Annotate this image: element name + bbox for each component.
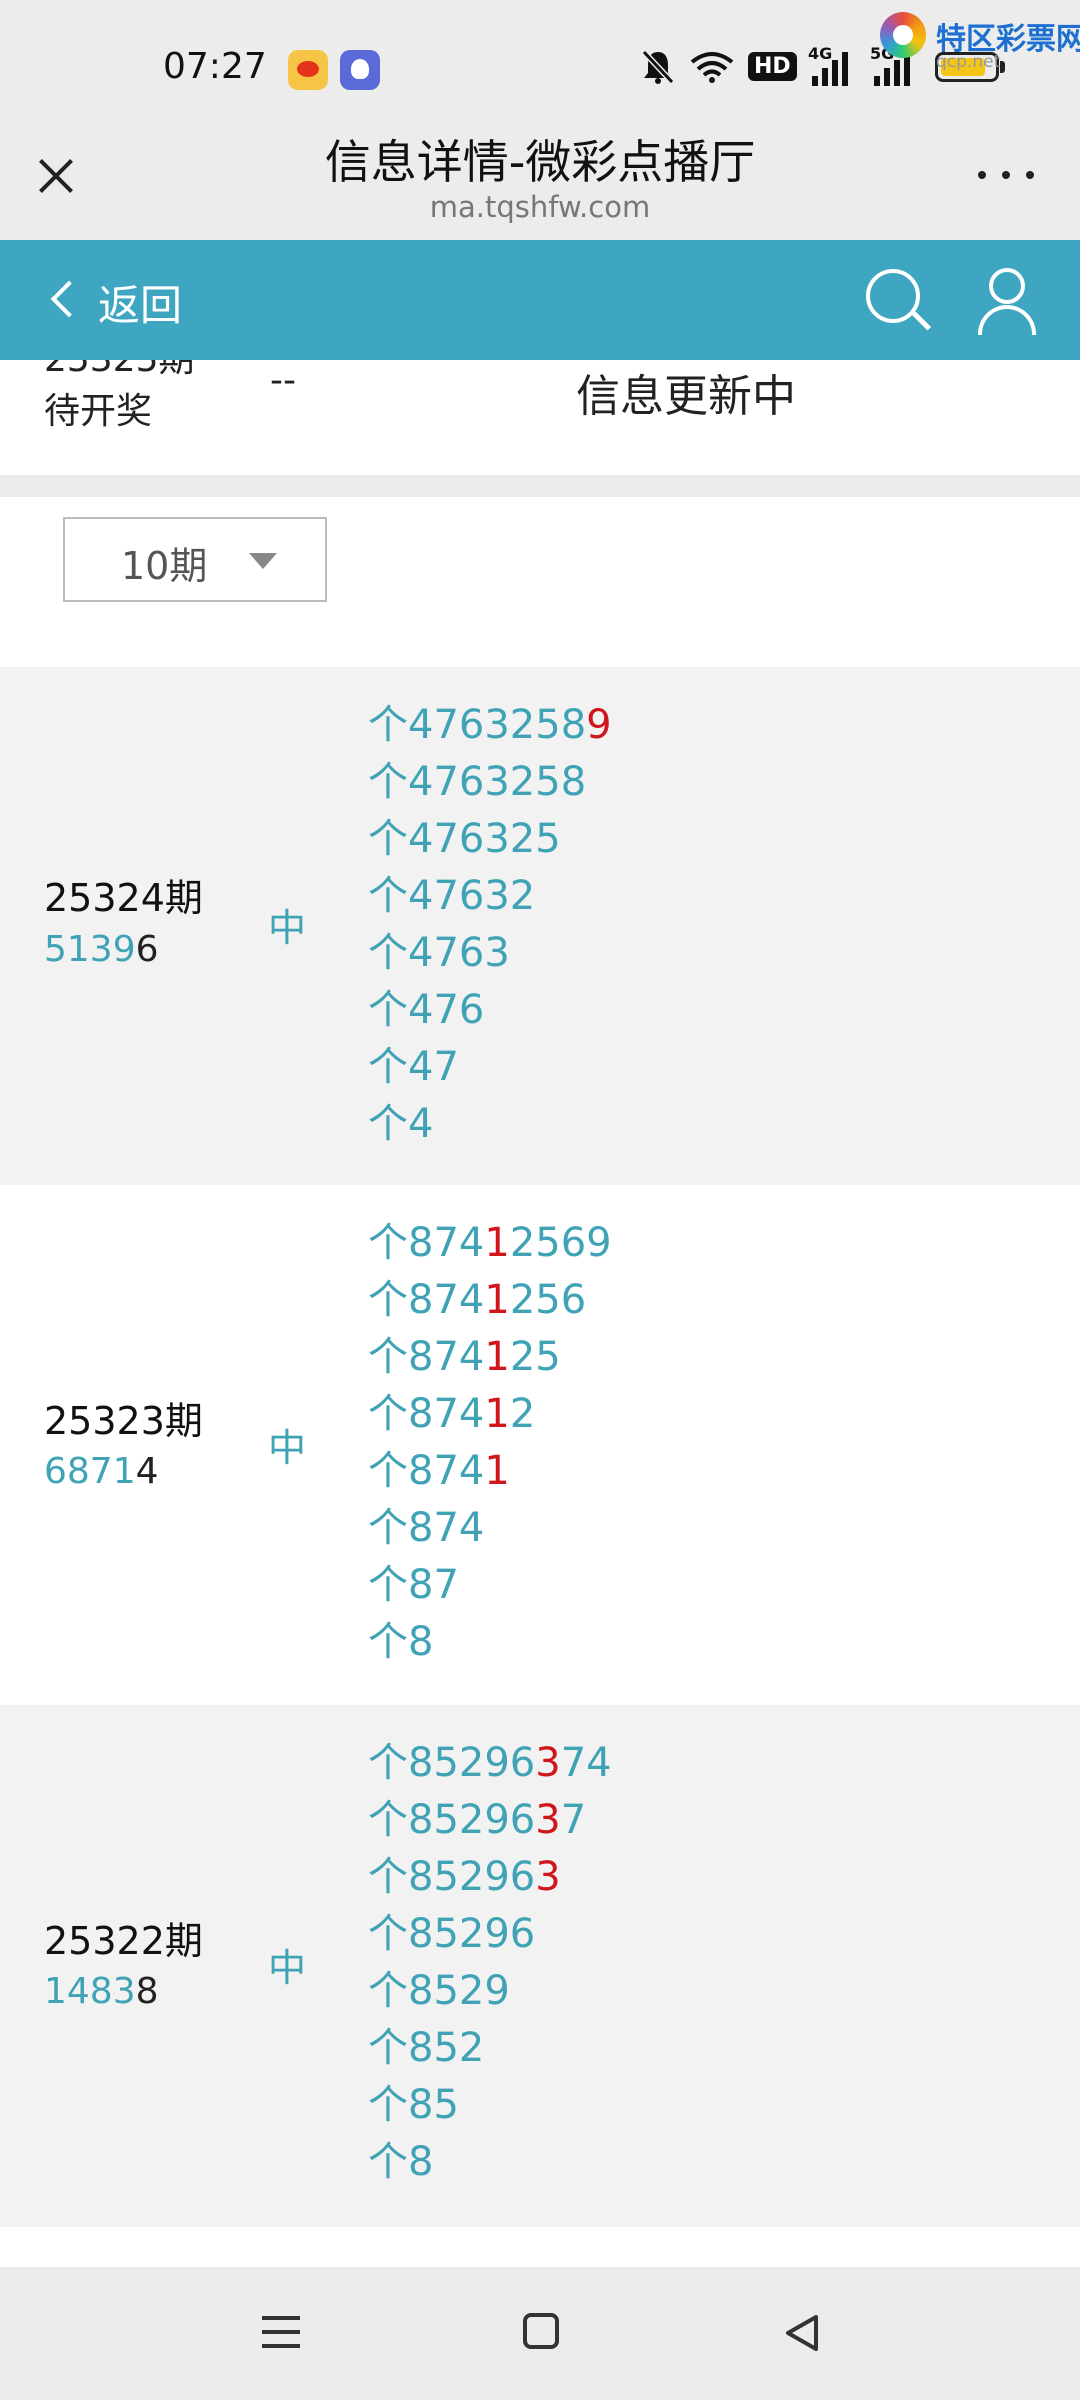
pending-row: 25325期 待开奖 -- 信息更新中 xyxy=(0,360,1080,475)
winning-number-last: 6 xyxy=(135,929,159,970)
prediction-line: 个8741 xyxy=(368,1448,510,1494)
winning-number: 68714 xyxy=(44,1451,159,1492)
winning-number-last: 4 xyxy=(135,1451,159,1492)
home-icon[interactable] xyxy=(523,2313,559,2349)
prediction-line: 个4763 xyxy=(368,930,510,976)
winning-number: 14838 xyxy=(44,1971,159,2012)
content-end-spacer xyxy=(0,2227,1080,2267)
page-url: ma.tqshfw.com xyxy=(429,190,651,224)
back-label: 返回 xyxy=(98,281,183,330)
winning-number-match: 1483 xyxy=(44,1971,136,2012)
user-icon[interactable] xyxy=(970,265,1040,335)
prediction-line: 个85296 xyxy=(368,1911,536,1957)
weibo-app-icon xyxy=(288,50,328,90)
prediction-line: 个8 xyxy=(368,1619,434,1665)
search-icon[interactable] xyxy=(862,265,932,335)
issue-label: 25322期 xyxy=(44,1919,203,1963)
prediction-line: 个47 xyxy=(368,1044,459,1090)
draw-row: 25324期 51396 中 个47632589 个4763258 个47632… xyxy=(0,667,1080,1185)
section-divider xyxy=(0,475,1080,497)
prediction-line: 个476325 xyxy=(368,816,561,862)
prediction-list: 个85296374 个8529637 个852963 个85296 个8529 … xyxy=(368,1735,612,2191)
wifi-icon xyxy=(690,52,734,83)
draw-row: 25323期 68714 中 个87412569 个8741256 个87412… xyxy=(0,1185,1080,1705)
prediction-line: 个874 xyxy=(368,1505,485,1551)
prediction-line: 个8 xyxy=(368,2139,434,2185)
caret-down-icon xyxy=(249,553,277,569)
draw-row: 25322期 14838 中 个85296374 个8529637 个85296… xyxy=(0,1705,1080,2227)
status-time: 07:27 xyxy=(163,46,267,87)
prediction-list: 个47632589 个4763258 个476325 个47632 个4763 … xyxy=(368,697,612,1153)
signal-4g-label: 4G xyxy=(808,44,833,63)
signal-4g-icon: 4G xyxy=(808,44,858,86)
winning-number-last: 8 xyxy=(135,1971,159,2012)
hd-icon: HD xyxy=(748,52,797,81)
menu-icon[interactable] xyxy=(262,2314,304,2350)
prediction-line: 个47632 xyxy=(368,873,536,919)
back-triangle-icon[interactable] xyxy=(782,2313,822,2353)
issue-label: 25324期 xyxy=(44,876,203,920)
winning-number-match: 6871 xyxy=(44,1451,136,1492)
pending-info: 信息更新中 xyxy=(576,371,796,422)
prediction-line: 个4763258 xyxy=(368,759,587,805)
pending-status: 待开奖 xyxy=(44,391,153,432)
issue-label: 25323期 xyxy=(44,1399,203,1443)
prediction-line: 个8741256 xyxy=(368,1277,587,1323)
winning-number-match: 5139 xyxy=(44,929,136,970)
prediction-line: 个85 xyxy=(368,2082,459,2128)
more-icon[interactable] xyxy=(974,158,1038,188)
prediction-line: 个874125 xyxy=(368,1334,561,1380)
prediction-line: 个47632589 xyxy=(368,702,612,748)
prediction-line: 个87 xyxy=(368,1562,459,1608)
winning-number: 51396 xyxy=(44,929,159,970)
prediction-list: 个87412569 个8741256 个874125 个87412 个8741 … xyxy=(368,1215,612,1671)
battery-tip xyxy=(1000,61,1005,73)
prediction-line: 个476 xyxy=(368,987,485,1033)
bell-off-icon xyxy=(641,49,675,85)
prediction-line: 个852 xyxy=(368,2025,485,2071)
prediction-line: 个87412 xyxy=(368,1391,536,1437)
watermark-url: qcp.net xyxy=(936,52,1001,72)
hit-mark: 中 xyxy=(268,1426,307,1470)
prediction-line: 个4 xyxy=(368,1101,434,1147)
page-title: 信息详情-微彩点播厅 xyxy=(324,135,756,189)
prediction-line: 个852963 xyxy=(368,1854,561,1900)
period-select[interactable]: 10期 xyxy=(63,517,327,602)
prediction-line: 个8529 xyxy=(368,1968,510,2014)
period-select-value: 10期 xyxy=(121,544,208,588)
prediction-line: 个85296374 xyxy=(368,1740,612,1786)
pending-issue: 25325期 xyxy=(44,360,195,382)
pending-dash: -- xyxy=(270,360,296,401)
prediction-line: 个87412569 xyxy=(368,1220,612,1266)
hit-mark: 中 xyxy=(268,1946,307,1990)
prediction-line: 个8529637 xyxy=(368,1797,587,1843)
baidu-app-icon xyxy=(340,50,380,90)
watermark-swirl-icon xyxy=(880,12,926,58)
hit-mark: 中 xyxy=(268,906,307,950)
